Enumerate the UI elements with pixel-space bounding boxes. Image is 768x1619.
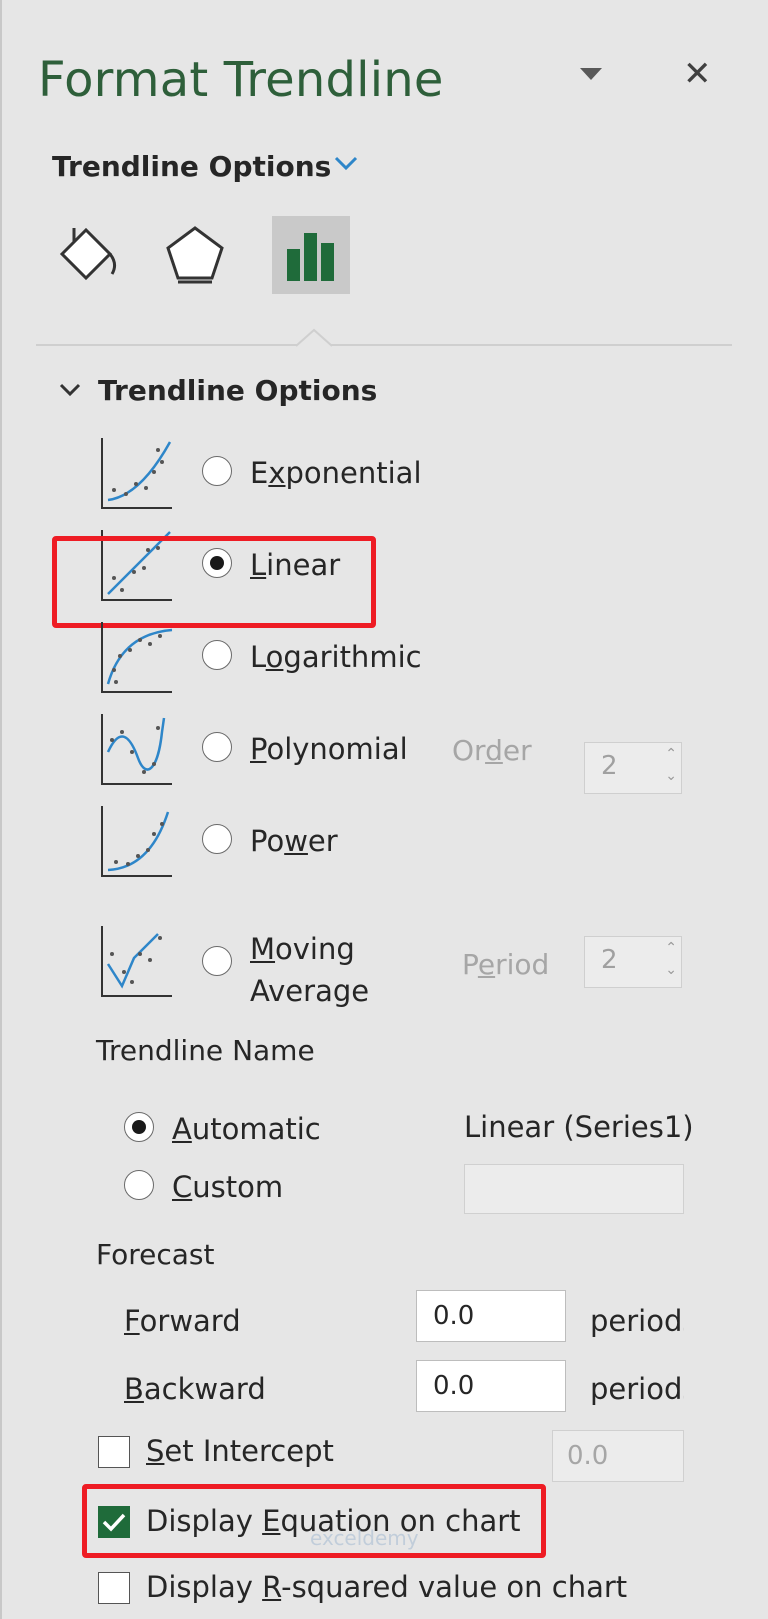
radio-moving-average[interactable]	[202, 946, 232, 976]
radio-custom[interactable]	[124, 1170, 154, 1200]
backward-input[interactable]: 0.0	[416, 1360, 566, 1412]
label-exponential[interactable]: Exponential	[250, 456, 422, 490]
watermark: exceldemy	[310, 1526, 419, 1550]
automatic-name-value: Linear (Series1)	[464, 1110, 694, 1144]
label-automatic[interactable]: Automatic	[172, 1112, 321, 1146]
effects-pentagon-icon[interactable]	[156, 216, 234, 294]
logarithmic-thumbnail-icon	[100, 620, 174, 694]
spin-down-icon[interactable]: ⌄	[665, 963, 677, 977]
chevron-down-icon[interactable]	[58, 380, 82, 404]
pane-title: Format Trendline	[38, 52, 444, 108]
options-dropdown-label[interactable]: Trendline Options	[52, 150, 331, 183]
exponential-thumbnail-icon	[100, 436, 174, 510]
label-logarithmic[interactable]: Logarithmic	[250, 640, 422, 674]
fill-line-bucket-icon[interactable]	[48, 216, 126, 294]
label-custom[interactable]: Custom	[172, 1170, 283, 1204]
highlight-linear	[52, 536, 376, 628]
forward-input[interactable]: 0.0	[416, 1290, 566, 1342]
dropdown-triangle-icon[interactable]	[580, 68, 602, 80]
trendline-name-heading: Trendline Name	[96, 1034, 315, 1067]
pane-left-border	[0, 0, 2, 1619]
label-forward: Forward	[124, 1304, 241, 1338]
spin-up-icon[interactable]: ⌃	[665, 941, 677, 955]
forecast-heading: Forecast	[96, 1238, 215, 1271]
order-spinner[interactable]: 2 ⌃ ⌄	[584, 742, 682, 794]
label-moving-average[interactable]: Moving Average	[250, 928, 369, 1012]
label-display-r2[interactable]: Display R-squared value on chart	[146, 1570, 627, 1604]
order-value: 2	[601, 751, 618, 781]
radio-logarithmic[interactable]	[202, 640, 232, 670]
power-thumbnail-icon	[100, 804, 174, 878]
close-icon[interactable]: ✕	[683, 54, 712, 94]
spin-up-icon[interactable]: ⌃	[665, 747, 677, 761]
radio-automatic[interactable]	[124, 1112, 154, 1142]
intercept-input[interactable]: 0.0	[552, 1430, 684, 1482]
radio-selected-dot	[132, 1120, 146, 1134]
radio-exponential[interactable]	[202, 456, 232, 486]
custom-name-input[interactable]	[464, 1164, 684, 1214]
label-backward: Backward	[124, 1372, 266, 1406]
period-value: 2	[601, 945, 618, 975]
polynomial-thumbnail-icon	[100, 712, 174, 786]
display-r2-checkbox[interactable]	[98, 1572, 130, 1604]
section-title[interactable]: Trendline Options	[98, 374, 377, 407]
moving-average-thumbnail-icon	[100, 924, 174, 998]
label-set-intercept[interactable]: Set Intercept	[146, 1434, 334, 1468]
spin-down-icon[interactable]: ⌄	[665, 769, 677, 783]
order-label: Order	[452, 734, 532, 767]
label-power[interactable]: Power	[250, 824, 338, 858]
tab-indicator-notch	[295, 328, 333, 352]
forward-unit: periods	[590, 1304, 684, 1338]
chevron-down-icon[interactable]	[333, 152, 359, 178]
set-intercept-checkbox[interactable]	[98, 1436, 130, 1468]
radio-power[interactable]	[202, 824, 232, 854]
radio-polynomial[interactable]	[202, 732, 232, 762]
trendline-options-bars-icon[interactable]	[272, 216, 350, 294]
tab-divider	[36, 344, 732, 346]
period-spinner[interactable]: 2 ⌃ ⌄	[584, 936, 682, 988]
period-label: Period	[462, 948, 550, 981]
backward-unit: periods	[590, 1372, 684, 1406]
label-polynomial[interactable]: Polynomial	[250, 732, 408, 766]
